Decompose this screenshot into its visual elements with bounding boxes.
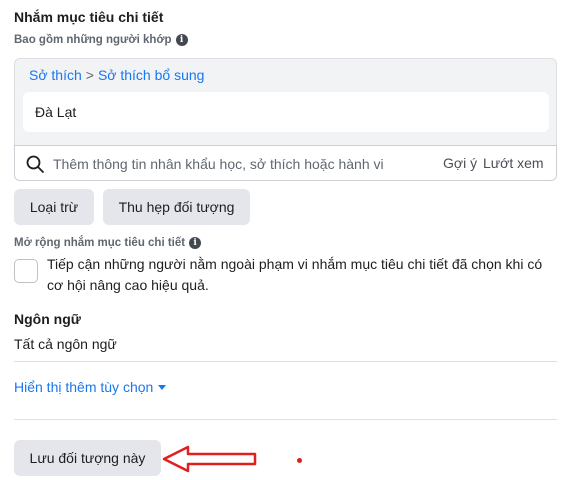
language-value[interactable]: Tất cả ngôn ngữ <box>14 336 117 352</box>
search-icon <box>26 155 44 173</box>
expansion-label-row: Mở rộng nhắm mục tiêu chi tiết i <box>14 237 202 249</box>
expansion-label: Mở rộng nhắm mục tiêu chi tiết <box>14 237 186 249</box>
suggestions-link[interactable]: Gợi ý <box>443 155 477 171</box>
annotation-arrow-icon <box>162 445 257 473</box>
detailed-targeting-title: Nhắm mục tiêu chi tiết <box>14 9 164 25</box>
breadcrumb-parent[interactable]: Sở thích <box>29 67 82 83</box>
save-audience-button[interactable]: Lưu đối tượng này <box>14 440 161 476</box>
divider <box>14 419 557 420</box>
breadcrumb-separator: > <box>85 67 94 83</box>
annotation-dot <box>297 458 302 463</box>
selected-interest-label: Đà Lạt <box>35 104 77 120</box>
divider <box>14 361 557 362</box>
targeting-search-input[interactable] <box>53 153 393 175</box>
expansion-checkbox[interactable] <box>14 259 38 283</box>
targeting-search-bar: Gợi ý Lướt xem <box>14 145 557 181</box>
info-icon[interactable]: i <box>175 34 188 46</box>
caret-down-icon <box>158 385 167 390</box>
breadcrumb-child[interactable]: Sở thích bổ sung <box>98 67 204 83</box>
browse-link[interactable]: Lướt xem <box>483 155 544 171</box>
show-more-options-link[interactable]: Hiển thị thêm tùy chọn <box>14 379 167 395</box>
show-more-options-label: Hiển thị thêm tùy chọn <box>14 379 154 395</box>
expansion-description: Tiếp cận những người nằm ngoài phạm vi n… <box>47 256 543 293</box>
include-label: Bao gồm những người khớp <box>14 34 172 46</box>
include-label-row: Bao gồm những người khớp i <box>14 34 188 46</box>
selected-targeting-box: Sở thích > Sở thích bổ sung Đà Lạt <box>14 58 557 146</box>
expansion-info-icon[interactable]: i <box>189 237 202 249</box>
narrow-audience-button[interactable]: Thu hẹp đối tượng <box>103 189 250 225</box>
breadcrumb: Sở thích > Sở thích bổ sung <box>29 67 204 83</box>
selected-interest-item[interactable]: Đà Lạt <box>23 92 549 132</box>
language-title: Ngôn ngữ <box>14 311 81 327</box>
exclude-button[interactable]: Loại trừ <box>14 189 94 225</box>
